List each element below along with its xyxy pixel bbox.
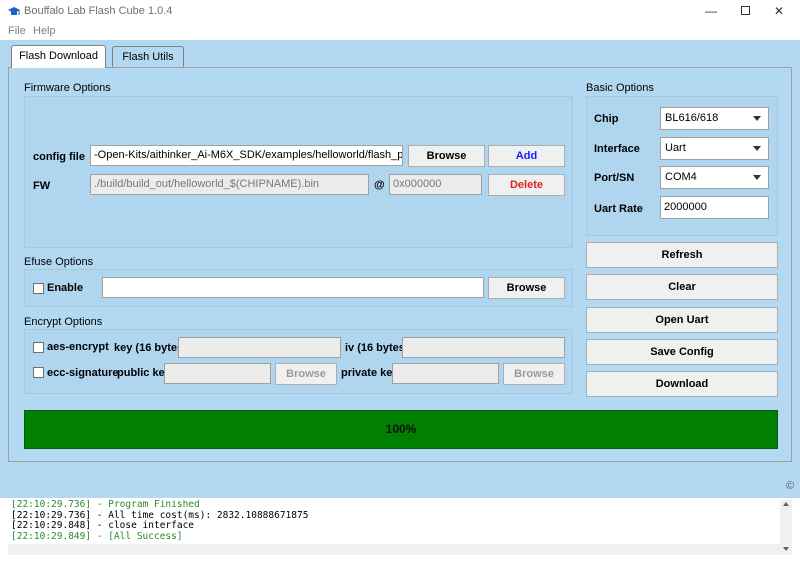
progress-label: 100% [385, 422, 417, 436]
progress-bar: 100% [24, 410, 778, 449]
port-select[interactable]: COM4 [660, 166, 769, 189]
efuse-path-input[interactable] [102, 277, 484, 298]
at-label: @ [374, 179, 385, 191]
chevron-down-icon [753, 146, 761, 151]
refresh-button[interactable]: Refresh [586, 242, 778, 268]
interface-select[interactable]: Uart [660, 137, 769, 160]
basic-options-title: Basic Options [586, 82, 654, 94]
log-output: [22:10:29.736] - Program Finished [22:10… [8, 500, 780, 544]
chevron-down-icon [753, 116, 761, 121]
delete-button[interactable]: Delete [488, 174, 565, 196]
config-file-label: config file [33, 151, 85, 163]
private-key-input[interactable] [392, 363, 499, 384]
aes-key-input[interactable] [178, 337, 341, 358]
private-key-browse-button[interactable]: Browse [503, 363, 565, 385]
minimize-button[interactable]: — [694, 0, 728, 23]
uart-rate-label: Uart Rate [594, 203, 643, 215]
efuse-enable-checkbox[interactable] [33, 283, 44, 294]
scroll-down-icon[interactable] [783, 547, 789, 551]
log-horizontal-scrollbar[interactable] [8, 544, 780, 555]
aes-encrypt-checkbox[interactable] [33, 342, 44, 353]
public-key-label: public key [117, 367, 171, 379]
firmware-options-group [24, 96, 573, 248]
chip-label: Chip [594, 113, 619, 125]
window-title: Bouffalo Lab Flash Cube 1.0.4 [24, 5, 173, 17]
log-vertical-scrollbar[interactable] [780, 500, 792, 555]
key-label: key (16 bytes) [114, 342, 187, 354]
chip-select[interactable]: BL616/618 [660, 107, 769, 130]
menu-help[interactable]: Help [33, 25, 56, 37]
chevron-down-icon [753, 175, 761, 180]
tab-flash-download[interactable]: Flash Download [11, 45, 106, 68]
log-line: [22:10:29.736] - Program Finished [11, 500, 200, 510]
aes-iv-input[interactable] [402, 337, 565, 358]
config-file-input[interactable]: -Open-Kits/aithinker_Ai-M6X_SDK/examples… [90, 145, 403, 166]
iv-label: iv (16 bytes) [345, 342, 409, 354]
scroll-up-icon[interactable] [783, 502, 789, 506]
port-sn-label: Port/SN [594, 172, 635, 184]
maximize-button[interactable] [728, 0, 762, 23]
download-button[interactable]: Download [586, 371, 778, 397]
open-uart-button[interactable]: Open Uart [586, 307, 778, 333]
clear-button[interactable]: Clear [586, 274, 778, 300]
menu-bar: File Help [0, 23, 800, 40]
log-line: [22:10:29.849] - [All Success] [11, 530, 183, 542]
close-button[interactable]: ✕ [762, 0, 796, 23]
save-config-button[interactable]: Save Config [586, 339, 778, 365]
public-key-input[interactable] [164, 363, 271, 384]
minimize-icon: — [705, 4, 717, 18]
uart-rate-input[interactable]: 2000000 [660, 196, 769, 219]
efuse-options-title: Efuse Options [24, 256, 94, 268]
fw-label: FW [33, 180, 51, 192]
close-icon: ✕ [773, 4, 785, 18]
menu-file[interactable]: File [8, 25, 26, 37]
title-bar: Bouffalo Lab Flash Cube 1.0.4 — ✕ [0, 0, 800, 23]
efuse-browse-button[interactable]: Browse [488, 277, 565, 299]
firmware-options-title: Firmware Options [24, 82, 111, 94]
config-browse-button[interactable]: Browse [408, 145, 485, 167]
ecc-signature-label: ecc-signature [47, 367, 119, 379]
copyright-icon: © [786, 480, 795, 492]
public-key-browse-button[interactable]: Browse [275, 363, 337, 385]
tab-flash-utils[interactable]: Flash Utils [112, 46, 184, 67]
private-key-label: private key [341, 367, 399, 379]
log-line: [22:10:29.848] - close interface [11, 520, 195, 531]
graduation-cap-icon [8, 7, 20, 15]
interface-label: Interface [594, 143, 640, 155]
main-area: Flash Download Flash Utils Firmware Opti… [0, 40, 800, 498]
ecc-signature-checkbox[interactable] [33, 367, 44, 378]
port-select-value: COM4 [665, 171, 697, 183]
maximize-icon [740, 6, 750, 16]
fw-address-input[interactable]: 0x000000 [389, 174, 482, 195]
flash-download-panel: Firmware Options config file -Open-Kits/… [8, 67, 792, 462]
interface-select-value: Uart [665, 142, 686, 154]
add-button[interactable]: Add [488, 145, 565, 167]
fw-path-input[interactable]: ./build/build_out/helloworld_$(CHIPNAME)… [90, 174, 369, 195]
chip-select-value: BL616/618 [665, 112, 719, 124]
efuse-enable-label: Enable [47, 282, 84, 294]
aes-encrypt-label: aes-encrypt [47, 341, 109, 353]
encrypt-options-title: Encrypt Options [24, 316, 103, 328]
